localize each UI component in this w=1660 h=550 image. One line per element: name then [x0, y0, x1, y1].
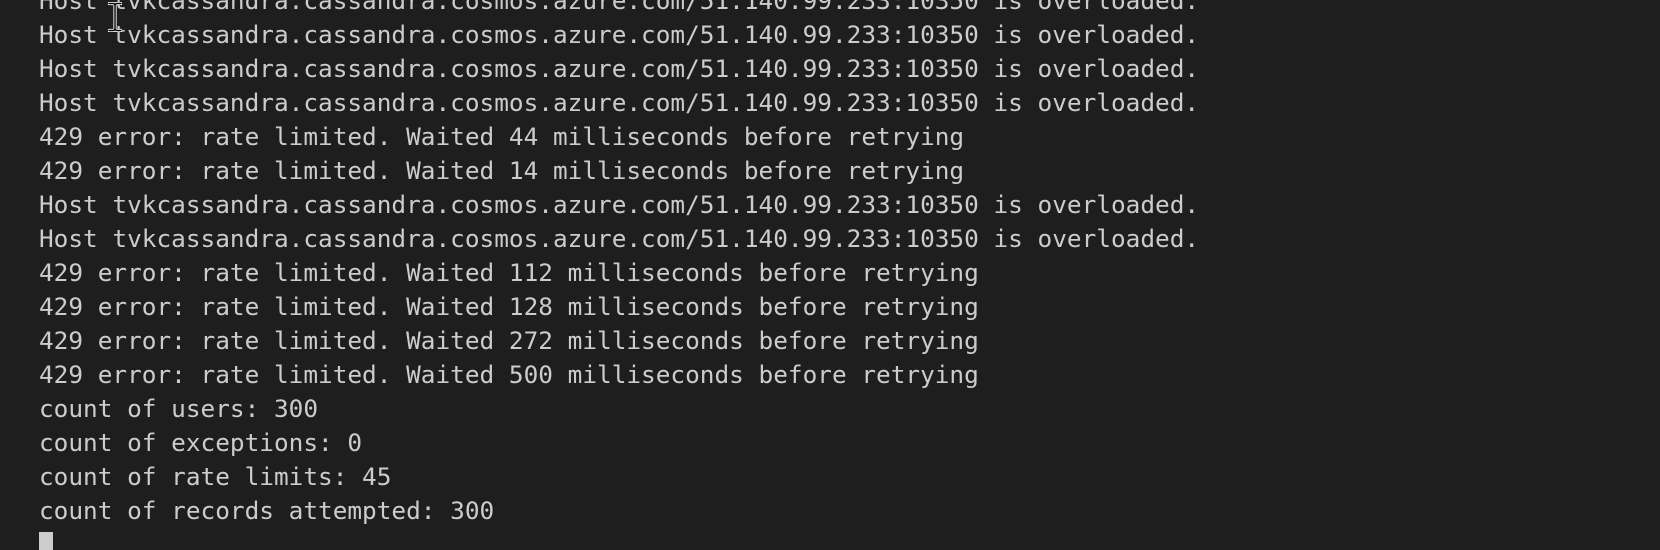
output-line: 429 error: rate limited. Waited 44 milli… [39, 122, 965, 151]
output-line: 429 error: rate limited. Waited 272 mill… [39, 326, 979, 355]
terminal-block-cursor [39, 532, 53, 550]
output-line: 429 error: rate limited. Waited 128 mill… [39, 292, 979, 321]
output-line: Host tvkcassandra.cassandra.cosmos.azure… [39, 224, 1200, 253]
output-line: 429 error: rate limited. Waited 14 milli… [39, 156, 965, 185]
output-line: count of exceptions: 0 [39, 428, 363, 457]
output-line: 429 error: rate limited. Waited 500 mill… [39, 360, 979, 389]
output-line: Host tvkcassandra.cassandra.cosmos.azure… [39, 54, 1200, 83]
output-line: Host tvkcassandra.cassandra.cosmos.azure… [39, 0, 1200, 15]
output-line: Host tvkcassandra.cassandra.cosmos.azure… [39, 88, 1200, 117]
terminal-panel[interactable]: Host tvkcassandra.cassandra.cosmos.azure… [0, 0, 1660, 550]
text-ibeam-cursor-icon [108, 2, 122, 32]
terminal-output[interactable]: Host tvkcassandra.cassandra.cosmos.azure… [39, 0, 1199, 528]
output-line: count of records attempted: 300 [39, 496, 495, 525]
output-line: Host tvkcassandra.cassandra.cosmos.azure… [39, 190, 1200, 219]
output-line: 429 error: rate limited. Waited 112 mill… [39, 258, 979, 287]
output-line: count of rate limits: 45 [39, 462, 392, 491]
output-line: count of users: 300 [39, 394, 319, 423]
output-line: Host tvkcassandra.cassandra.cosmos.azure… [39, 20, 1200, 49]
